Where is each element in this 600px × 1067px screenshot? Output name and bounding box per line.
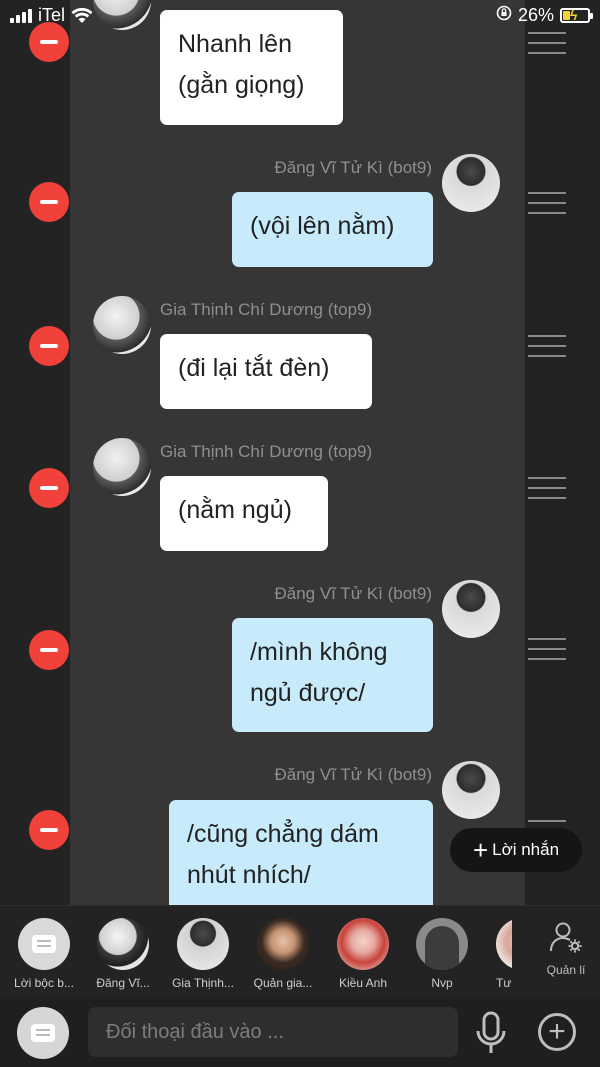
- avatar[interactable]: [93, 438, 151, 496]
- delete-message-button[interactable]: [29, 630, 69, 670]
- delete-message-button[interactable]: [29, 810, 69, 850]
- message-bubble[interactable]: /cũng chẳng dám nhút nhích/: [169, 800, 433, 912]
- message-bubble[interactable]: (đi lại tắt đèn): [160, 334, 372, 409]
- message-bubble[interactable]: (nằm ngủ): [160, 476, 328, 551]
- character-name: Tư: [496, 976, 512, 990]
- status-bar: iTel 26% ϟ: [0, 0, 600, 32]
- message-bubble[interactable]: /mình không ngủ được/: [232, 618, 433, 732]
- sender-name: Đăng Vĩ Tử Kì (bot9): [274, 584, 432, 603]
- drag-handle-icon[interactable]: [528, 477, 566, 499]
- minus-icon: [40, 486, 58, 490]
- avatar[interactable]: [442, 154, 500, 212]
- avatar: [416, 918, 468, 970]
- wifi-icon: [71, 7, 93, 24]
- minus-icon: [40, 648, 58, 652]
- sender-name: Gia Thịnh Chí Dương (top9): [160, 442, 373, 461]
- plus-icon: +: [548, 1015, 566, 1048]
- rotation-lock-icon: [496, 5, 512, 26]
- chat-bubble-icon: [18, 918, 70, 970]
- minus-icon: [40, 200, 58, 204]
- avatar[interactable]: [442, 580, 500, 638]
- manage-button[interactable]: Quản lí: [538, 920, 594, 977]
- microphone-icon[interactable]: [474, 1011, 508, 1055]
- character-item[interactable]: Tư: [482, 918, 512, 990]
- drag-handle-icon[interactable]: [528, 335, 566, 357]
- character-name: Nvp: [431, 976, 453, 990]
- chat-bubble-icon: [31, 1024, 55, 1042]
- character-name: Quản gia...: [253, 976, 313, 990]
- battery-icon: ϟ: [560, 7, 593, 23]
- delete-message-button[interactable]: [29, 468, 69, 508]
- input-bar: +: [0, 997, 600, 1067]
- edit-gutter-right: [525, 0, 600, 905]
- minus-icon: [40, 40, 58, 44]
- message-bubble[interactable]: (vội lên nằm): [232, 192, 433, 267]
- avatar[interactable]: [442, 761, 500, 819]
- plus-icon: +: [472, 835, 489, 865]
- battery-percent: 26%: [517, 5, 554, 25]
- carrier-label: iTel: [38, 5, 66, 25]
- delete-message-button[interactable]: [29, 326, 69, 366]
- avatar: [97, 918, 149, 970]
- avatar: [496, 918, 512, 970]
- manage-label: Quản lí: [546, 963, 586, 977]
- narration-button[interactable]: [17, 1007, 69, 1059]
- character-item[interactable]: Đăng Vĩ...: [83, 918, 163, 990]
- character-name: Đăng Vĩ...: [96, 976, 150, 990]
- avatar: [337, 918, 389, 970]
- status-right: 26% ϟ: [496, 5, 593, 26]
- edit-gutter-left: [0, 0, 70, 905]
- character-name: Lời bộc b...: [14, 976, 74, 990]
- avatar[interactable]: [93, 296, 151, 354]
- add-button[interactable]: +: [538, 1013, 576, 1051]
- chat-screen: iTel 26% ϟ Nhanh lên (gằn giọng) Đăng Vĩ…: [0, 0, 600, 1067]
- minus-icon: [40, 828, 58, 832]
- character-item[interactable]: Gia Thịnh...: [163, 918, 243, 990]
- avatar: [257, 918, 309, 970]
- signal-icon: [10, 8, 32, 23]
- message-input[interactable]: [88, 1007, 458, 1057]
- character-name: Kiều Anh: [338, 976, 388, 990]
- sender-name: Đăng Vĩ Tử Kì (bot9): [274, 158, 432, 177]
- new-message-label: Lời nhắn: [492, 840, 560, 859]
- user-gear-icon: [550, 922, 582, 953]
- drag-handle-icon[interactable]: [528, 32, 566, 54]
- character-item[interactable]: Quản gia...: [243, 918, 323, 990]
- sender-name: Đăng Vĩ Tử Kì (bot9): [274, 765, 432, 784]
- delete-message-button[interactable]: [29, 182, 69, 222]
- drag-handle-icon[interactable]: [528, 638, 566, 660]
- sender-name: Gia Thịnh Chí Dương (top9): [160, 300, 373, 319]
- new-message-button[interactable]: + Lời nhắn: [450, 828, 582, 872]
- character-name: Gia Thịnh...: [172, 976, 234, 990]
- character-bar: Lời bộc b... Đăng Vĩ... Gia Thịnh... Quả…: [0, 905, 600, 997]
- character-narration[interactable]: Lời bộc b...: [4, 918, 84, 990]
- character-item[interactable]: Nvp: [402, 918, 482, 990]
- avatar: [177, 918, 229, 970]
- minus-icon: [40, 344, 58, 348]
- status-left: iTel: [10, 5, 93, 26]
- drag-handle-icon[interactable]: [528, 192, 566, 214]
- character-item[interactable]: Kiều Anh: [323, 918, 403, 990]
